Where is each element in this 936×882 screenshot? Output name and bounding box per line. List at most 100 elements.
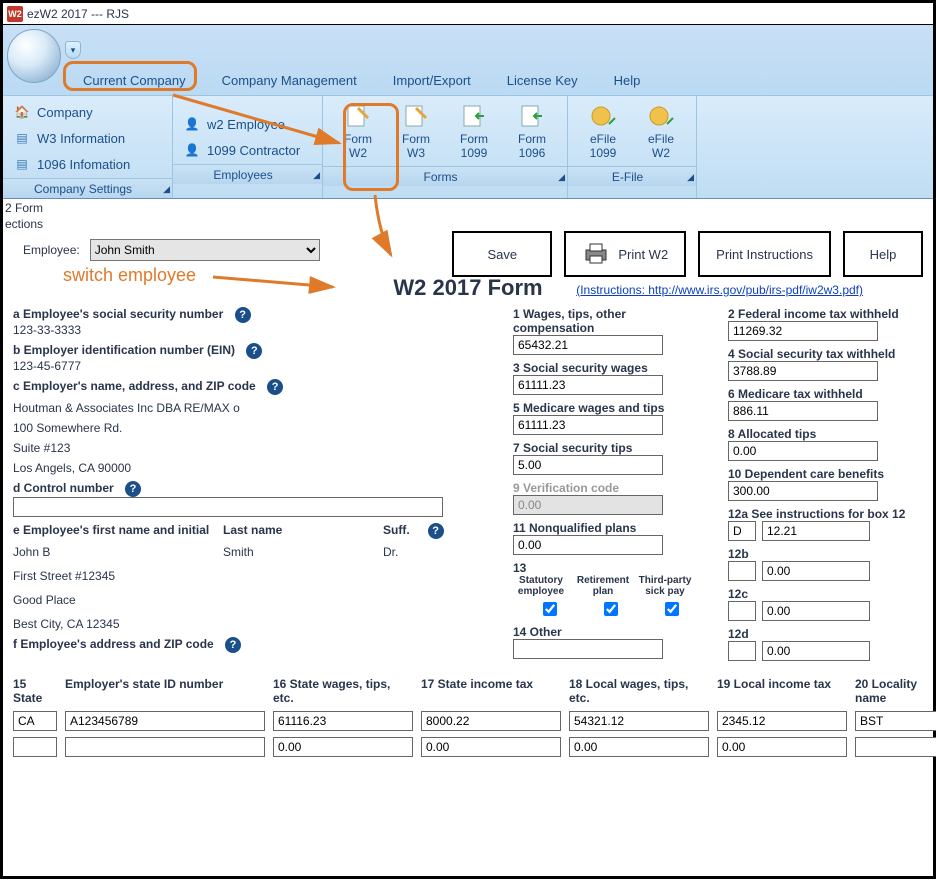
btn-form-1099[interactable]: Form 1099 [445,100,503,162]
btn-w3-information[interactable]: ▤ W3 Information [9,126,166,150]
box4-label: 4 Social security tax withheld [728,347,895,361]
label: 1096 Infomation [37,157,130,172]
box1-input[interactable] [513,335,663,355]
box12a-code-input[interactable] [728,521,756,541]
r2-box19[interactable] [717,737,847,757]
emp-suff: Dr. [383,545,398,559]
help-icon[interactable]: ? [235,307,251,323]
r2-box17[interactable] [421,737,561,757]
dialog-launcher-icon[interactable]: ◢ [687,172,694,183]
box12a-amount-input[interactable] [762,521,870,541]
control-number-input[interactable] [13,497,443,517]
tab-help[interactable]: Help [596,67,659,93]
box11-input[interactable] [513,535,663,555]
r2-box16[interactable] [273,737,413,757]
form-import-icon [518,104,546,128]
r1-employer-id[interactable] [65,711,265,731]
group-title: Forms ◢ [323,166,567,186]
box3-input[interactable] [513,375,663,395]
r2-box20[interactable] [855,737,936,757]
box12c-amount-input[interactable] [762,601,870,621]
box8-input[interactable] [728,441,878,461]
ribbon-tabs: Current Company Company Management Impor… [65,65,933,93]
ribbon-group-forms: Form W2 Form W3 Form 1099 [323,96,568,198]
box12b-code-input[interactable] [728,561,756,581]
r1-state[interactable] [13,711,57,731]
box12d-code-input[interactable] [728,641,756,661]
btn-form-w3[interactable]: Form W3 [387,100,445,162]
emp-first: John B [13,545,213,559]
emp-city: Best City, CA 12345 [13,617,483,631]
help-icon[interactable]: ? [225,637,241,653]
quick-access-dropdown[interactable]: ▾ [65,41,81,59]
ribbon-group-efile: eFile 1099 eFile W2 E-File ◢ [568,96,697,198]
label: Help [870,247,897,262]
r2-box18[interactable] [569,737,709,757]
form-edit-icon [344,104,372,128]
box13-statutory-checkbox[interactable] [543,602,557,616]
sections-label: ections [3,215,933,231]
print-w2-button[interactable]: Print W2 [564,231,686,277]
help-icon[interactable]: ? [246,343,262,359]
form-import-icon [460,104,488,128]
tab-license-key[interactable]: License Key [489,67,596,93]
r1-box16[interactable] [273,711,413,731]
tab-company-management[interactable]: Company Management [204,67,375,93]
box13-stat-label: Statutory employee [513,575,569,597]
btn-1096-information[interactable]: ▤ 1096 Infomation [9,152,166,176]
box5-input[interactable] [513,415,663,435]
btn-w2-employee[interactable]: 👤 w2 Employee [179,112,316,136]
help-icon[interactable]: ? [428,523,444,539]
help-button[interactable]: Help [843,231,923,277]
instructions-link[interactable]: (Instructions: http://www.irs.gov/pub/ir… [576,283,863,297]
app-orb-button[interactable] [7,29,61,83]
btn-1099-contractor[interactable]: 👤 1099 Contractor [179,138,316,162]
dialog-launcher-icon[interactable]: ◢ [558,172,565,183]
r1-box17[interactable] [421,711,561,731]
box11-label: 11 Nonqualified plans [513,521,636,535]
window-title: ezW2 2017 --- RJS [27,7,129,21]
box2-input[interactable] [728,321,878,341]
box-a-label: a Employee's social security number [13,307,223,321]
btn-efile-1099[interactable]: eFile 1099 [574,100,632,162]
r1-box20[interactable] [855,711,936,731]
box4-input[interactable] [728,361,878,381]
tab-import-export[interactable]: Import/Export [375,67,489,93]
h17: 17 State income tax [421,677,561,705]
employee-select[interactable]: John Smith [90,239,320,261]
box9-label: 9 Verification code [513,481,619,495]
help-icon[interactable]: ? [267,379,283,395]
label: Print W2 [618,247,668,262]
tab-current-company[interactable]: Current Company [65,67,204,93]
box7-input[interactable] [513,455,663,475]
r2-state[interactable] [13,737,57,757]
box14-input[interactable] [513,639,663,659]
group-title: Employees ◢ [173,164,322,184]
box12b-amount-input[interactable] [762,561,870,581]
ribbon-group-employees: 👤 w2 Employee 👤 1099 Contractor Employee… [173,96,323,198]
save-button[interactable]: Save [452,231,552,277]
r2-employer-id[interactable] [65,737,265,757]
l2: 1099 [590,146,617,160]
box12c-code-input[interactable] [728,601,756,621]
r1-box19[interactable] [717,711,847,731]
box13-retirement-checkbox[interactable] [604,602,618,616]
box13-thirdparty-checkbox[interactable] [665,602,679,616]
r1-box18[interactable] [569,711,709,731]
btn-efile-w2[interactable]: eFile W2 [632,100,690,162]
print-instructions-button[interactable]: Print Instructions [698,231,831,277]
btn-company[interactable]: 🏠 Company [9,100,166,124]
box12d-amount-input[interactable] [762,641,870,661]
dialog-launcher-icon[interactable]: ◢ [313,170,320,181]
box6-input[interactable] [728,401,878,421]
box5-label: 5 Medicare wages and tips [513,401,664,415]
btn-form-1096[interactable]: Form 1096 [503,100,561,162]
label: 1099 Contractor [207,143,300,158]
box10-input[interactable] [728,481,878,501]
box13-3rd-label: Third-party sick pay [637,575,693,597]
form-title: W2 2017 Form [393,275,542,300]
btn-form-w2[interactable]: Form W2 [329,100,387,162]
dialog-launcher-icon[interactable]: ◢ [163,184,170,195]
efile-icon [589,104,617,128]
help-icon[interactable]: ? [125,481,141,497]
